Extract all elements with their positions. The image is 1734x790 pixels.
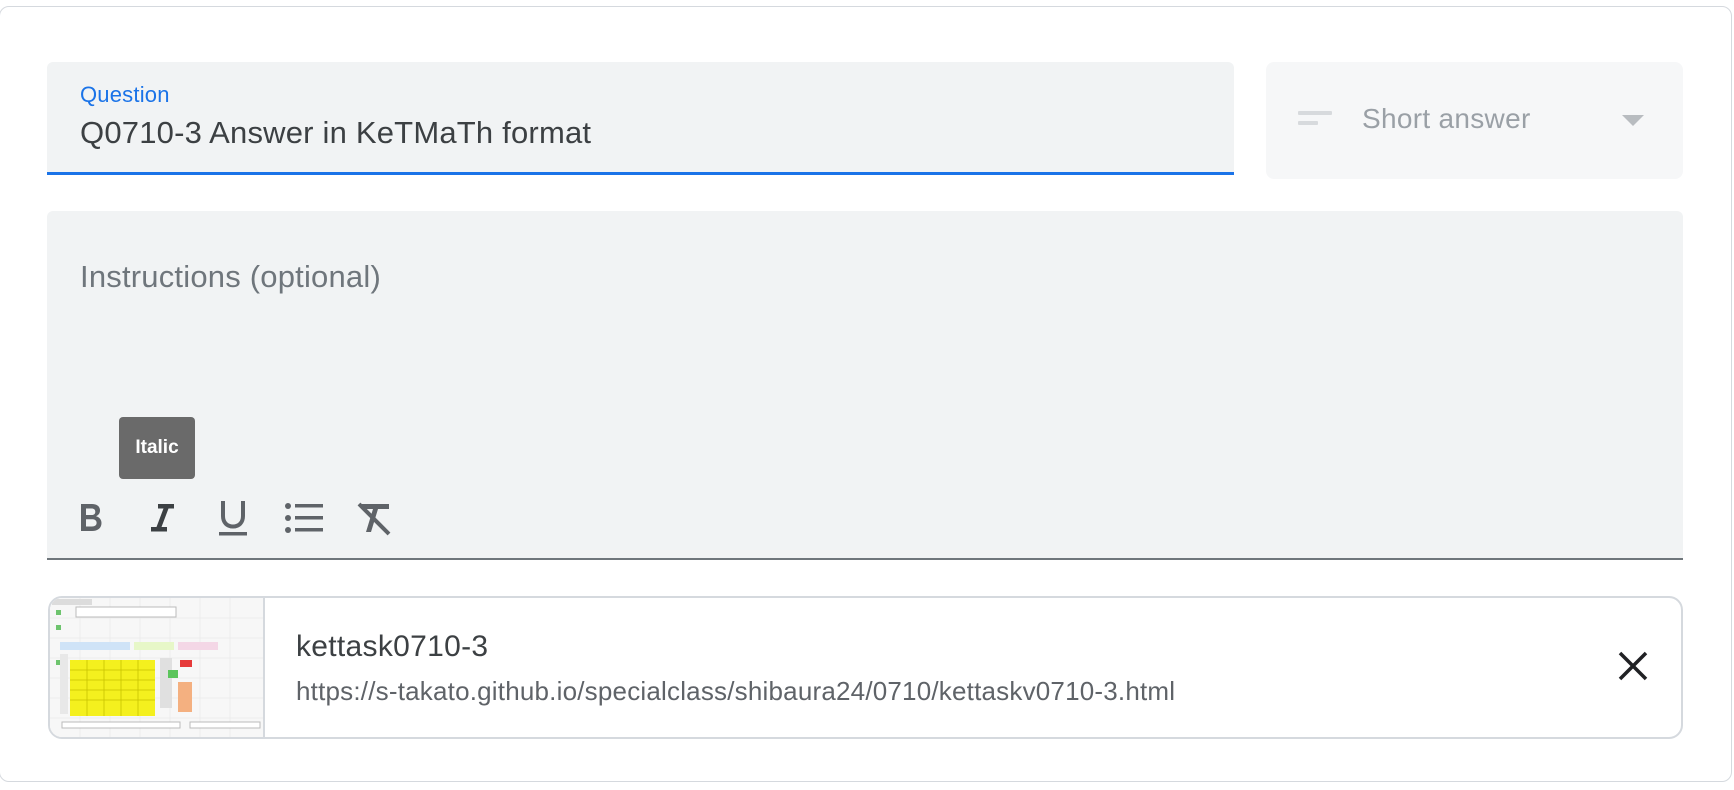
question-editor-card: Question Q0710-3 Answer in KeTMaTh forma… [0,6,1732,782]
formatting-toolbar [66,493,406,543]
bulleted-list-icon [285,503,323,533]
underline-icon [219,501,247,536]
short-text-icon [1298,111,1334,129]
link-attachment[interactable]: kettask0710-3 https://s-takato.github.io… [48,596,1683,739]
instructions-field[interactable]: Instructions (optional) Italic [47,211,1683,560]
italic-icon [151,504,174,532]
italic-button[interactable] [137,493,187,543]
remove-attachment-button[interactable] [1607,640,1659,692]
bulleted-list-button[interactable] [279,493,329,543]
attachment-url[interactable]: https://s-takato.github.io/specialclass/… [296,676,1175,707]
underline-button[interactable] [208,493,258,543]
question-field[interactable]: Question Q0710-3 Answer in KeTMaTh forma… [47,62,1234,175]
clear-formatting-icon [357,502,391,536]
attachment-title[interactable]: kettask0710-3 [296,630,488,664]
instructions-input[interactable]: Instructions (optional) [80,259,381,295]
question-label: Question [80,82,170,107]
question-type-label: Short answer [1362,103,1531,134]
question-type-select[interactable]: Short answer [1266,62,1683,179]
bold-icon [81,504,102,531]
question-input[interactable]: Q0710-3 Answer in KeTMaTh format [80,115,591,151]
close-icon [1618,651,1648,681]
clear-formatting-button[interactable] [350,493,400,543]
italic-tooltip: Italic [119,417,195,479]
dropdown-arrow-icon [1622,115,1644,126]
attachment-thumbnail [50,598,265,737]
bold-button[interactable] [66,493,116,543]
